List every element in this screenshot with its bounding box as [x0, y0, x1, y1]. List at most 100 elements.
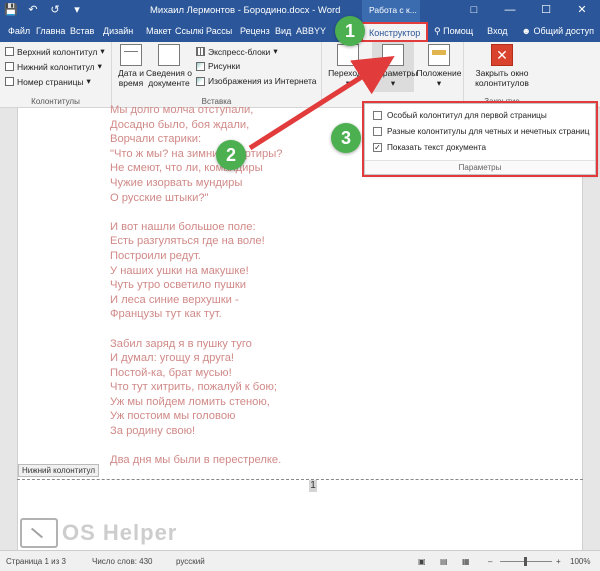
- doc-info-label-1: Сведения о: [146, 68, 192, 78]
- header-button[interactable]: Верхний колонтитул ▾: [5, 46, 105, 57]
- position-label: Положение: [416, 68, 462, 78]
- parameters-button[interactable]: Параметры ▾: [372, 42, 418, 92]
- first-page-option[interactable]: Особый колонтитул для первой страницы: [373, 111, 547, 120]
- header-label: Верхний колонтитул: [17, 46, 98, 57]
- status-bar: Страница 1 из 3 Число слов: 430 русский …: [0, 550, 600, 571]
- word-count[interactable]: Число слов: 430: [92, 557, 152, 566]
- parameters-group-label: Параметры: [365, 160, 595, 174]
- minimize-icon[interactable]: —: [492, 0, 528, 22]
- position-icon: [428, 44, 450, 66]
- parameters-icon: [382, 44, 404, 66]
- tab-home[interactable]: Главна: [36, 26, 65, 36]
- footer-divider: [17, 479, 583, 480]
- zoom-slider-knob[interactable]: [524, 557, 527, 566]
- watermark: OS Helper: [20, 518, 177, 548]
- tab-mailings[interactable]: Рассы: [206, 26, 232, 36]
- page-number-field[interactable]: 1: [309, 480, 317, 492]
- odd-even-label: Разные колонтитулы для четных и нечетных…: [387, 127, 590, 136]
- chevron-down-icon: ▾: [100, 46, 105, 56]
- chevron-down-icon: ▾: [97, 61, 102, 71]
- navigation-icon: [337, 44, 359, 66]
- context-tab-title: Работа с к...: [362, 0, 420, 22]
- quick-access-toolbar: 💾 ↶ ↺ ▾: [4, 3, 84, 17]
- footer-button[interactable]: Нижний колонтитул ▾: [5, 61, 102, 72]
- help-search[interactable]: ⚲ Помощ: [434, 26, 473, 37]
- maximize-icon[interactable]: ☐: [528, 0, 564, 22]
- page-number-label: Номер страницы: [17, 76, 84, 87]
- chevron-down-icon: ▾: [345, 78, 351, 88]
- zoom-out-icon[interactable]: –: [488, 557, 492, 566]
- sign-in-link[interactable]: Вход: [487, 26, 507, 37]
- share-button[interactable]: ☻ Общий доступ: [522, 26, 594, 37]
- zoom-level[interactable]: 100%: [570, 557, 590, 566]
- position-button[interactable]: Положение ▾: [416, 42, 462, 88]
- show-text-checkbox[interactable]: ✓: [373, 143, 382, 152]
- tab-insert[interactable]: Встав: [70, 26, 94, 36]
- date-time-label-2: время: [118, 78, 144, 88]
- group-insert: Дата и время Сведения о документе Экспре…: [112, 42, 322, 108]
- group-position: Положение ▾: [414, 42, 464, 108]
- pictures-button[interactable]: Рисунки: [196, 61, 240, 71]
- web-layout-icon[interactable]: ▦: [462, 557, 470, 566]
- customize-icon[interactable]: ▾: [70, 3, 84, 17]
- tab-constructor[interactable]: Конструктор: [361, 22, 429, 42]
- tab-abbyy[interactable]: ABBYY: [296, 26, 326, 36]
- close-window-icon[interactable]: ✕: [564, 0, 600, 22]
- footer-tag: Нижний колонтитул: [18, 464, 100, 477]
- quick-parts-icon: [196, 47, 205, 56]
- save-icon[interactable]: 💾: [4, 3, 18, 17]
- footer-label: Нижний колонтитул: [17, 61, 95, 72]
- tab-layout[interactable]: Макет: [146, 26, 171, 36]
- document-info-icon: [158, 44, 180, 66]
- first-page-checkbox[interactable]: [373, 111, 382, 120]
- chevron-down-icon: ▾: [86, 76, 91, 86]
- odd-even-checkbox[interactable]: [373, 127, 382, 136]
- page-number-button[interactable]: Номер страницы ▾: [5, 76, 91, 87]
- print-layout-icon[interactable]: ▤: [440, 557, 448, 566]
- undo-icon[interactable]: ↶: [26, 3, 40, 17]
- close-header-footer-button[interactable]: ✕ Закрыть окно колонтитулов: [466, 42, 538, 88]
- online-pictures-button[interactable]: Изображения из Интернета: [196, 76, 317, 86]
- ribbon-display-icon[interactable]: □: [456, 0, 492, 22]
- language-indicator[interactable]: русский: [176, 557, 205, 566]
- navigation-button[interactable]: Переходы ▾: [326, 42, 370, 88]
- tab-view[interactable]: Вид: [275, 26, 291, 36]
- group-close: ✕ Закрыть окно колонтитулов Закрытие: [464, 42, 540, 108]
- zoom-in-icon[interactable]: +: [556, 557, 561, 566]
- tab-design[interactable]: Дизайн: [103, 26, 133, 36]
- callout-badge-3: 3: [331, 123, 361, 153]
- pictures-label: Рисунки: [208, 61, 241, 71]
- quick-parts-label: Экспресс-блоки: [208, 46, 271, 57]
- odd-even-option[interactable]: Разные колонтитулы для четных и нечетных…: [373, 127, 589, 136]
- group-navigation-options: Переходы ▾ Параметры ▾: [322, 42, 418, 108]
- header-icon: [5, 47, 14, 56]
- title-bar: 💾 ↶ ↺ ▾ Михаил Лермонтов - Бородино.docx…: [0, 0, 600, 22]
- footer-icon: [5, 62, 14, 71]
- ribbon-tabs: Файл Главна Встав Дизайн Макет Ссылкі Ра…: [0, 22, 600, 42]
- close-label-1: Закрыть окно: [475, 68, 529, 78]
- online-picture-icon: [196, 76, 205, 86]
- close-label-2: колонтитулов: [475, 78, 529, 88]
- chevron-down-icon: ▾: [436, 78, 442, 88]
- navigation-label: Переходы: [328, 68, 368, 78]
- group-headers-footers: Верхний колонтитул ▾ Нижний колонтитул ▾ Н…: [0, 42, 112, 108]
- window-controls: □ — ☐ ✕: [456, 0, 600, 22]
- share-label: Общий доступ: [533, 26, 594, 36]
- chevron-down-icon: ▾: [273, 46, 278, 56]
- tab-references[interactable]: Ссылкі: [175, 26, 204, 36]
- document-info-button[interactable]: Сведения о документе: [146, 42, 192, 88]
- date-time-button[interactable]: Дата и время: [116, 42, 146, 88]
- parameters-label: Параметры: [372, 68, 418, 78]
- watermark-logo-icon: [20, 518, 58, 548]
- redo-icon[interactable]: ↺: [48, 3, 62, 17]
- first-page-label: Особый колонтитул для первой страницы: [387, 111, 547, 120]
- chevron-down-icon: ▾: [390, 78, 396, 88]
- tab-file[interactable]: Файл: [8, 26, 30, 36]
- quick-parts-button[interactable]: Экспресс-блоки ▾: [196, 46, 278, 57]
- tab-review[interactable]: Реценз: [240, 26, 270, 36]
- page-count[interactable]: Страница 1 из 3: [6, 557, 66, 566]
- read-mode-icon[interactable]: ▣: [418, 557, 426, 566]
- date-time-label-1: Дата и: [118, 68, 144, 78]
- show-text-option[interactable]: ✓ Показать текст документа: [373, 143, 486, 152]
- help-label: Помощ: [443, 26, 474, 36]
